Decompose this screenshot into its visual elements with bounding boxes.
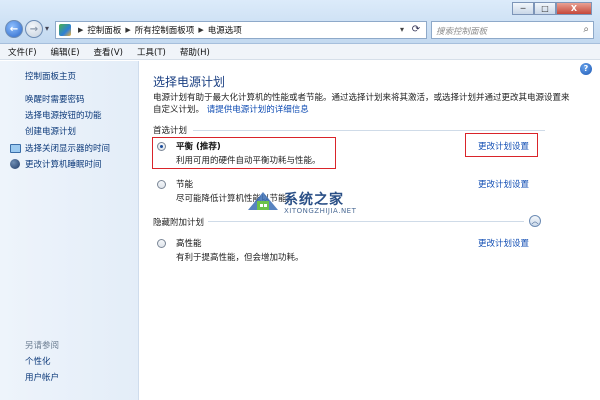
sidebar-link-power-buttons[interactable]: 选择电源按钮的功能 <box>25 109 102 121</box>
plan-high-performance-name[interactable]: 高性能 <box>176 237 202 249</box>
help-icon[interactable]: ? <box>580 63 592 75</box>
back-button[interactable]: ← <box>5 20 23 38</box>
breadcrumb-control-panel[interactable]: 控制面板 <box>87 24 121 36</box>
control-panel-home-link[interactable]: 控制面板主页 <box>25 70 76 82</box>
search-input[interactable]: 搜索控制面板 ⌕ <box>431 21 594 39</box>
search-icon[interactable]: ⌕ <box>583 24 589 35</box>
monitor-icon <box>9 142 21 154</box>
watermark-text: 系统之家 <box>284 192 344 208</box>
watermark-logo <box>248 192 278 210</box>
breadcrumb-power-options[interactable]: 电源选项 <box>208 24 242 36</box>
page-description: 电源计划有助于最大化计算机的性能或者节能。通过选择计划来将其激活，或选择计划并通… <box>153 92 573 116</box>
breadcrumb-all-items[interactable]: 所有控制面板项 <box>135 24 195 36</box>
maximize-button[interactable]: □ <box>534 2 556 15</box>
collapse-chevron-icon[interactable]: ︿ <box>529 215 541 227</box>
plan-details-link[interactable]: 请提供电源计划的详细信息 <box>207 105 309 115</box>
preferred-plans-heading: 首选计划 <box>153 126 188 136</box>
plan-balanced-desc: 利用可用的硬件自动平衡功耗与性能。 <box>176 156 321 166</box>
arrow-right-icon: → <box>29 23 39 35</box>
watermark-url: XITONGZHIJIA.NET <box>284 207 357 215</box>
see-also-user-accounts-link[interactable]: 用户帐户 <box>25 371 59 383</box>
window-controls: ─ □ X <box>512 2 592 15</box>
see-also-heading: 另请参阅 <box>25 341 60 351</box>
breadcrumb-chevron-icon[interactable]: ▶ <box>125 26 130 34</box>
plan-power-saver-change-link[interactable]: 更改计划设置 <box>478 178 529 190</box>
forward-button[interactable]: → <box>25 20 43 38</box>
section-divider <box>208 221 524 222</box>
plan-high-performance-desc: 有利于提高性能，但会增加功耗。 <box>176 253 304 263</box>
page-title: 选择电源计划 <box>153 75 226 89</box>
menu-file[interactable]: 文件(F) <box>8 46 37 58</box>
menu-bar: 文件(F) 编辑(E) 查看(V) 工具(T) 帮助(H) <box>0 44 600 60</box>
sidebar-link-create-plan[interactable]: 创建电源计划 <box>25 125 76 137</box>
menu-help[interactable]: 帮助(H) <box>180 46 210 58</box>
sidebar-link-sleep-time[interactable]: 更改计算机睡眠时间 <box>25 158 102 170</box>
menu-edit[interactable]: 编辑(E) <box>51 46 80 58</box>
moon-icon <box>9 158 21 170</box>
hidden-plans-heading[interactable]: 隐藏附加计划 <box>153 216 204 228</box>
plan-high-performance-change-link[interactable]: 更改计划设置 <box>478 237 529 249</box>
arrow-left-icon: ← <box>9 23 19 35</box>
refresh-icon[interactable]: ⟳ <box>408 23 424 37</box>
plan-balanced-name[interactable]: 平衡 (推荐) <box>176 140 221 152</box>
task-pane: 控制面板主页 唤醒时需要密码 选择电源按钮的功能 创建电源计划 选择关闭显示器的… <box>0 61 139 400</box>
sidebar-link-wake-password[interactable]: 唤醒时需要密码 <box>25 93 85 105</box>
recent-pages-dropdown[interactable]: ▾ <box>45 24 49 33</box>
plan-power-saver-radio[interactable] <box>157 180 166 189</box>
address-bar[interactable]: ▶ 控制面板 ▶ 所有控制面板项 ▶ 电源选项 ▾ ⟳ <box>55 21 427 39</box>
breadcrumb-chevron-icon[interactable]: ▶ <box>198 26 203 34</box>
see-also-personalization-link[interactable]: 个性化 <box>25 355 51 367</box>
sidebar-link-display-off[interactable]: 选择关闭显示器的时间 <box>25 142 110 154</box>
plan-power-saver-name[interactable]: 节能 <box>176 178 193 190</box>
plan-high-performance-radio[interactable] <box>157 239 166 248</box>
search-placeholder: 搜索控制面板 <box>436 27 488 37</box>
address-dropdown-icon[interactable]: ▾ <box>400 25 404 34</box>
menu-tools[interactable]: 工具(T) <box>137 46 166 58</box>
breadcrumb-chevron-icon[interactable]: ▶ <box>78 26 83 34</box>
close-button[interactable]: X <box>556 2 592 15</box>
plan-balanced-radio[interactable] <box>157 142 166 151</box>
plan-balanced-change-link[interactable]: 更改计划设置 <box>478 140 529 152</box>
minimize-button[interactable]: ─ <box>512 2 534 15</box>
control-panel-icon <box>59 24 71 36</box>
section-divider <box>193 130 545 131</box>
title-bar: ← → ▾ ▶ 控制面板 ▶ 所有控制面板项 ▶ 电源选项 ▾ ⟳ 搜索控制面板… <box>0 0 600 44</box>
menu-view[interactable]: 查看(V) <box>94 46 123 58</box>
